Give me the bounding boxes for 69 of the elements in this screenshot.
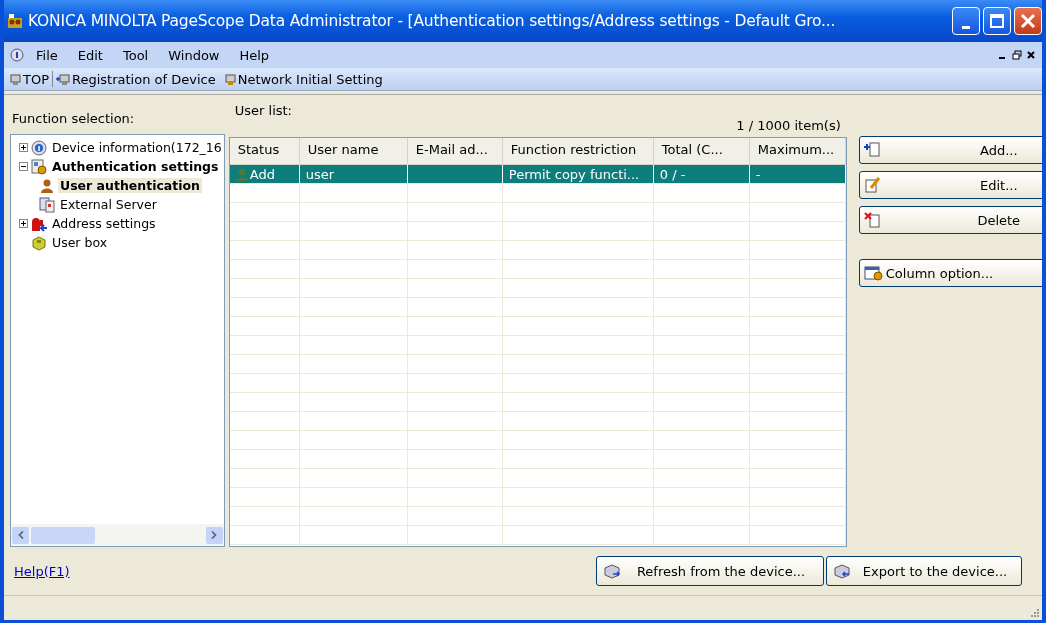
table-cell: 0 / - [659,166,686,182]
window-title: KONICA MINOLTA PageScope Data Administrator - [Authentication settings/Address settings - Default Gro... [28,12,837,30]
scroll-left-button[interactable] [12,526,29,544]
expand-icon[interactable] [19,219,28,228]
toolbar-button[interactable]: Registration of Device [53,71,219,87]
box-icon [31,234,47,251]
panel-label: Function selection: [11,110,136,128]
menu-item[interactable]: Help [231,47,278,63]
item-count: 1 / 1000 item(s) [736,117,842,133]
device-icon [833,563,851,579]
mailbox-icon [31,215,47,232]
close-icon [1020,13,1036,29]
column-header[interactable]: Maximum... [749,138,846,164]
restore-icon[interactable] [1012,50,1022,60]
device-icon [603,563,621,579]
toolbar-button[interactable]: Network Initial Setting [218,71,386,87]
column-header[interactable]: Total (C... [653,138,750,164]
expand-icon[interactable] [19,143,28,152]
minimize-button[interactable] [952,7,980,35]
tree-item[interactable]: Authentication settings [50,159,221,174]
table-cell: user [305,166,335,182]
action-button[interactable]: Add... [858,136,1042,164]
column-header[interactable]: Function restriction [502,138,654,164]
server-icon [39,196,55,213]
tree-item[interactable]: External Server [58,197,159,212]
close-button[interactable] [1014,7,1042,35]
menu-item[interactable]: Window [160,47,228,63]
table-cell: Permit copy functi... [508,166,640,182]
action-button[interactable]: Column option... [858,259,1042,287]
help-link[interactable]: Help(F1) [14,563,70,579]
device-button[interactable]: Export to the device... [826,556,1022,586]
scrollbar-thumb[interactable] [31,526,95,544]
computer-icon [56,72,70,86]
collapse-icon[interactable] [19,162,28,171]
toolbar-button[interactable]: TOP [4,71,52,87]
app-icon [6,12,24,30]
maximize-icon [989,13,1005,29]
table-cell: - [755,166,761,182]
user-icon [235,167,248,181]
edit-icon [863,177,882,193]
table-row[interactable]: Add user Permit copy functi... 0 / - - [229,165,846,184]
menu-item[interactable]: Edit [69,47,111,63]
scroll-right-button[interactable] [205,526,223,544]
info-icon [31,139,47,156]
panel-label: User list: [234,103,292,120]
maximize-button[interactable] [983,7,1011,35]
close-icon[interactable] [1026,50,1036,60]
horizontal-scrollbar[interactable] [11,524,224,546]
minimize-icon [962,25,970,29]
tree-item[interactable]: Address settings [50,216,158,231]
add-document-icon [863,142,882,158]
column-header[interactable]: Status [229,138,300,164]
tree-item[interactable]: Device information(172_16 [50,140,224,155]
menu-item[interactable]: Tool [114,47,157,63]
document-icon [10,48,24,62]
device-button[interactable]: Refresh from the device... [596,556,824,586]
delete-document-icon [863,212,882,228]
user-icon [39,177,55,194]
column-header[interactable]: E-Mail ad... [407,138,503,164]
action-button[interactable]: Edit... [858,171,1042,199]
menu-item[interactable]: File [28,47,66,63]
window-gear-icon [863,265,884,281]
action-button[interactable]: Delete [858,206,1042,234]
document-gear-icon [31,158,47,175]
column-header[interactable]: User name [299,138,408,164]
resize-grip-icon[interactable] [1030,608,1040,618]
tree-item[interactable]: User authentication [58,178,203,193]
table-cell: Add [249,166,275,182]
tree-item[interactable]: User box [50,235,110,250]
